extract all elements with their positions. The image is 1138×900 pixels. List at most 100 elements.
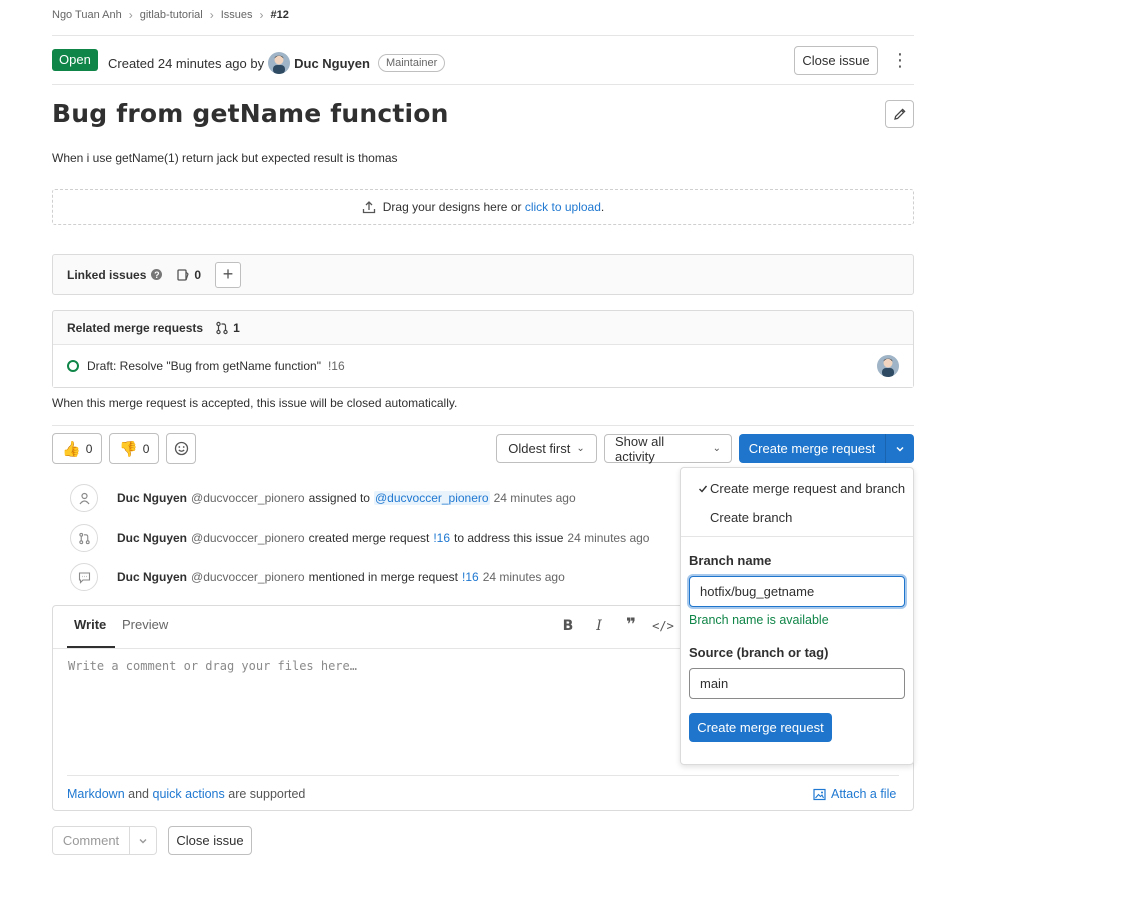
breadcrumb: Ngo Tuan Anh › gitlab-tutorial › Issues … — [52, 6, 289, 24]
plus-icon: + — [222, 264, 234, 284]
option-label: Create merge request and branch — [710, 481, 906, 496]
chevron-down-icon — [139, 838, 147, 843]
tab-preview[interactable]: Preview — [122, 617, 168, 632]
markdown-and: and — [128, 787, 150, 801]
note-handle: @ducvoccer_pionero — [191, 531, 305, 545]
mr-reference-link[interactable]: !16 — [433, 531, 450, 545]
mr-reference-link[interactable]: !16 — [462, 570, 479, 584]
smiley-icon — [174, 441, 188, 456]
click-to-upload-link[interactable]: click to upload — [525, 200, 601, 214]
source-label: Source (branch or tag) — [689, 645, 829, 660]
comment-type-toggle[interactable] — [130, 826, 157, 855]
divider — [67, 775, 899, 776]
close-issue-button[interactable]: Close issue — [168, 826, 252, 855]
note-handle: @ducvoccer_pionero — [191, 491, 305, 505]
related-mr-ref: !16 — [327, 359, 345, 373]
sort-dropdown[interactable]: Oldest first ⌄ — [496, 434, 597, 463]
breadcrumb-item-issues[interactable]: Issues — [221, 9, 253, 21]
code-icon[interactable]: </> — [651, 619, 675, 633]
quick-actions-link[interactable]: quick actions — [153, 787, 225, 801]
linked-issues-label: Linked issues — [67, 267, 147, 282]
issue-title: Bug from getName function — [52, 99, 449, 128]
branch-name-input[interactable]: hotfix/bug_getname — [689, 576, 905, 607]
chevron-right-icon: › — [209, 8, 214, 22]
note-author[interactable]: Duc Nguyen — [117, 570, 187, 584]
design-dropzone[interactable]: Drag your designs here or click to uploa… — [52, 189, 914, 225]
comment-split-button: Comment — [52, 826, 157, 855]
close-issue-button[interactable]: Close issue — [794, 46, 878, 75]
create-mr-button[interactable]: Create merge request — [739, 434, 886, 463]
linked-issues-count: 0 — [194, 267, 202, 282]
thumbs-up-icon: 👍 — [62, 440, 81, 458]
create-mr-split-button: Create merge request — [739, 434, 914, 463]
assignee-avatar[interactable] — [877, 355, 899, 377]
option-label: Create branch — [710, 510, 793, 525]
divider — [52, 425, 914, 426]
italic-icon[interactable]: I — [587, 618, 611, 634]
branch-name-label: Branch name — [689, 553, 772, 568]
note-author[interactable]: Duc Nguyen — [117, 491, 187, 505]
open-status-icon — [67, 360, 79, 372]
edit-title-button[interactable] — [885, 100, 914, 128]
dropdown-create-mr-button[interactable]: Create merge request — [689, 713, 832, 742]
related-mrs-label: Related merge requests — [67, 320, 204, 335]
comment-button[interactable]: Comment — [52, 826, 130, 855]
timeline-note: Duc Nguyen @ducvoccer_pionero created me… — [70, 523, 649, 553]
related-mrs-header: Related merge requests 1 — [53, 311, 913, 345]
thumbs-up-count: 0 — [85, 441, 93, 456]
more-actions-icon[interactable]: ⋮ — [888, 46, 912, 75]
activity-filter-dropdown[interactable]: Show all activity ⌄ — [604, 434, 732, 464]
chevron-right-icon: › — [259, 8, 264, 22]
related-mr-item[interactable]: Draft: Resolve "Bug from getName functio… — [53, 345, 913, 387]
tab-write[interactable]: Write — [74, 617, 106, 632]
source-input[interactable]: main — [689, 668, 905, 699]
quote-icon[interactable]: ❞ — [619, 615, 643, 635]
auto-close-notice: When this merge request is accepted, thi… — [52, 396, 458, 410]
upload-icon — [362, 201, 375, 214]
note-author[interactable]: Duc Nguyen — [117, 531, 187, 545]
issue-description: When i use getName(1) return jack but ex… — [52, 151, 398, 165]
breadcrumb-item-project[interactable]: gitlab-tutorial — [140, 9, 203, 21]
breadcrumb-item-current[interactable]: #12 — [271, 9, 289, 21]
merge-request-icon — [70, 524, 98, 552]
attach-file-label: Attach a file — [831, 787, 897, 801]
markdown-link[interactable]: Markdown — [67, 787, 125, 801]
note-time: 24 minutes ago — [493, 491, 576, 505]
note-after: to address this issue — [454, 531, 564, 545]
branch-status: Branch name is available — [689, 613, 829, 627]
help-icon[interactable]: ? — [151, 269, 163, 280]
related-mr-title[interactable]: Draft: Resolve "Bug from getName functio… — [87, 359, 321, 373]
role-badge: Maintainer — [377, 54, 446, 72]
option-create-mr-and-branch[interactable]: Create merge request and branch — [698, 481, 905, 496]
option-create-branch[interactable]: Create branch — [710, 510, 792, 525]
markdown-hint: Markdown and quick actions are supported — [67, 787, 305, 801]
pencil-icon — [893, 108, 906, 120]
breadcrumb-item-namespace[interactable]: Ngo Tuan Anh — [52, 9, 122, 21]
thumbs-down-icon: 👎 — [119, 440, 138, 458]
comment-textarea[interactable]: Write a comment or drag your files here… — [68, 659, 357, 673]
divider — [681, 536, 913, 537]
linked-issues-panel: Linked issues ? 0 + — [52, 254, 914, 295]
note-action: mentioned in merge request — [308, 570, 459, 584]
bold-icon[interactable]: B — [556, 618, 580, 634]
note-time: 24 minutes ago — [567, 531, 650, 545]
attach-file-button[interactable]: Attach a file — [813, 787, 896, 801]
note-action: created merge request — [308, 531, 430, 545]
create-mr-dropdown-toggle[interactable] — [886, 434, 914, 463]
user-mention[interactable]: @ducvoccer_pionero — [373, 491, 490, 505]
dropzone-suffix: . — [600, 200, 605, 214]
sort-label: Oldest first — [508, 441, 571, 456]
avatar[interactable] — [268, 52, 291, 74]
chevron-right-icon: › — [128, 8, 133, 22]
author-link[interactable]: Duc Nguyen — [294, 56, 370, 71]
add-linked-issue-button[interactable]: + — [215, 261, 242, 288]
thumbs-up-button[interactable]: 👍 0 — [52, 433, 103, 464]
divider — [53, 648, 680, 649]
divider — [52, 35, 914, 36]
thumbs-down-count: 0 — [142, 441, 150, 456]
issues-icon — [177, 268, 190, 281]
note-time: 24 minutes ago — [482, 570, 565, 584]
thumbs-down-button[interactable]: 👎 0 — [109, 433, 160, 464]
add-reaction-button[interactable] — [166, 433, 196, 464]
dropzone-text: Drag your designs here or — [382, 200, 522, 214]
